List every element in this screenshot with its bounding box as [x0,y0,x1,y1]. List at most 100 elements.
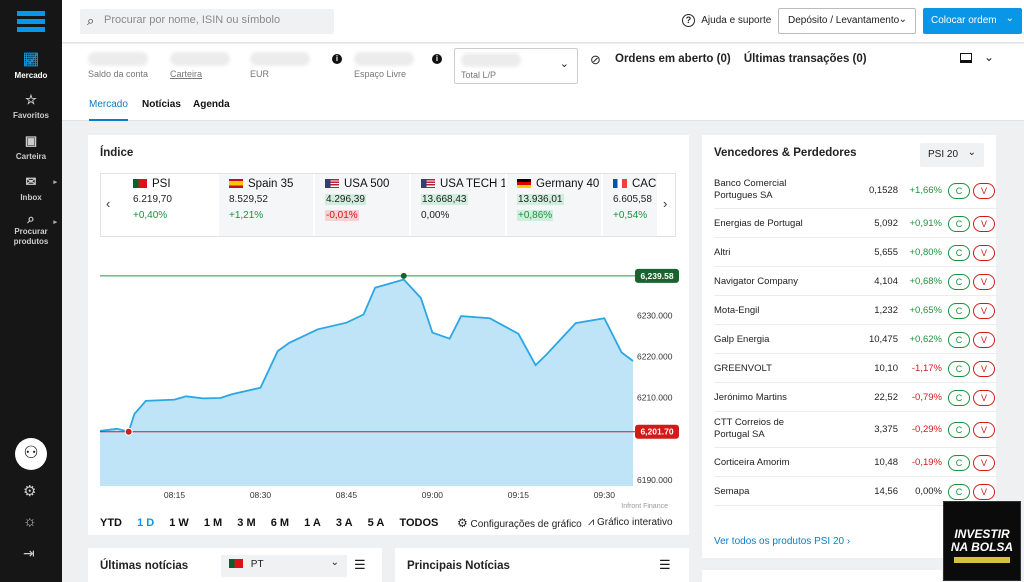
gear-icon[interactable]: ⚙ [23,482,36,500]
sell-button[interactable]: V [973,183,995,199]
sidebar-item-mercado[interactable]: 📈︎ Mercado [0,52,62,80]
sidebar-item-label: Procurar produtos [13,227,49,246]
chevron-down-icon: ⌄ [1005,13,1014,24]
layout-icon[interactable] [960,53,972,63]
buy-button[interactable]: C [948,183,970,199]
tile-name: USA 500 [344,178,390,190]
period-6m[interactable]: 6 M [271,517,289,529]
index-chart[interactable]: 6230.000 6220.000 6210.000 6190.000 08:15 08:… [88,260,689,510]
country-dropdown[interactable]: PT ⌄ [221,555,347,577]
brightness-icon[interactable]: ☼ [23,513,37,530]
period-1d[interactable]: 1 D [137,517,154,529]
index-selector-dropdown[interactable]: PSI 20 ⌄ [920,143,984,167]
total-pl-label: Total L/P [461,70,497,80]
info-icon[interactable]: i [432,54,442,64]
last-transactions-label[interactable]: Últimas transações (0) [744,53,867,65]
deposit-withdraw-dropdown[interactable]: Depósito / Levantamento ⌄ [778,8,916,34]
sell-button[interactable]: V [973,455,995,471]
sell-button[interactable]: V [973,422,995,438]
sell-button[interactable]: V [973,245,995,261]
buy-button[interactable]: C [948,455,970,471]
gl-row[interactable]: Mota-Engil 1,232 +0,65% C V [714,296,998,325]
sidebar: 📈︎ Mercado ☆ Favoritos ▣ Carteira ✉ Inbo… [0,0,62,582]
help-link[interactable]: ? Ajuda e suporte [682,14,771,27]
chevron-right-icon[interactable]: › [663,196,667,211]
portfolio-value[interactable]: Carteira [170,52,230,79]
gl-row[interactable]: Banco Comercial Portugues SA 0,1528 +1,66%… [714,173,998,209]
tile-change: +0,54% [613,210,648,221]
gl-change: 0,00% [915,486,942,497]
sidebar-item-label: Favoritos [12,111,49,120]
gl-row[interactable]: Altri 5,655 +0,80% C V [714,238,998,267]
gl-row[interactable]: Corticeira Amorim 10,48 -0,19% C V [714,448,998,477]
sidebar-item-inbox[interactable]: ✉ Inbox ▸ [0,174,62,202]
gl-row[interactable]: Jerónimo Martins 22,52 -0,79% C V [714,383,998,412]
tab-mercado[interactable]: Mercado [89,99,128,121]
sell-button[interactable]: V [973,332,995,348]
gl-row[interactable]: GREENVOLT 10,10 -1,17% C V [714,354,998,383]
logout-icon[interactable]: ⇥ [23,545,35,562]
period-ytd[interactable]: YTD [100,517,122,529]
period-1m[interactable]: 1 M [204,517,222,529]
menu-logo-icon[interactable] [17,11,45,32]
chevron-down-icon[interactable]: ⌄ [984,50,994,64]
sidebar-item-carteira[interactable]: ▣ Carteira [0,133,62,161]
sell-button[interactable]: V [973,303,995,319]
interactive-chart-link[interactable]: ⩘ Gráfico interativo [588,516,673,529]
buy-button[interactable]: C [948,332,970,348]
total-pl-dropdown[interactable]: Total L/P ⌄ [454,48,578,84]
gainers-losers-card: Vencedores & Perdedores PSI 20 ⌄ Banco C… [702,135,998,558]
buy-button[interactable]: C [948,361,970,377]
avatar[interactable]: ⚇ [15,438,47,470]
open-orders-link[interactable]: Ordens em aberto (0) Últimas transações … [615,53,867,65]
sidebar-item-favoritos[interactable]: ☆ Favoritos [0,92,62,120]
gl-row[interactable]: Galp Energia 10,475 +0,62% C V [714,325,998,354]
chart-icon: 📈︎ [22,52,40,67]
filter-icon[interactable]: ☰ [354,557,366,573]
index-tile-usa500[interactable]: USA 500 4.296,39 -0,01% [315,174,409,236]
index-tile-germany[interactable]: Germany 40 13.936,01 +0,86% [507,174,601,236]
promo-badge[interactable]: INVESTIR NA BOLSA [943,501,1021,581]
buy-button[interactable]: C [948,245,970,261]
info-icon[interactable]: i [332,54,342,64]
gl-price: 10,475 [868,334,898,345]
period-1a[interactable]: 1 A [304,517,321,529]
buy-button[interactable]: C [948,422,970,438]
gl-price: 5,092 [874,218,898,229]
buy-button[interactable]: C [948,390,970,406]
buy-button[interactable]: C [948,484,970,500]
chart-settings-link[interactable]: ⚙ Configurações de gráfico [457,516,582,530]
gl-change: +0,62% [909,334,943,345]
sell-button[interactable]: V [973,390,995,406]
sell-button[interactable]: V [973,216,995,232]
index-tile-psi[interactable]: PSI 6.219,70 +0,40% [123,174,217,236]
period-3a[interactable]: 3 A [336,517,353,529]
sell-button[interactable]: V [973,361,995,377]
tile-name: Germany 40 [536,178,600,190]
buy-button[interactable]: C [948,303,970,319]
index-tile-cac[interactable]: CAC 40 6.605,58 +0,54% [603,174,657,236]
buy-button[interactable]: C [948,274,970,290]
sell-button[interactable]: V [973,484,995,500]
index-tile-usatech[interactable]: USA TECH 100 13.668,43 0,00% [411,174,505,236]
tab-agenda[interactable]: Agenda [193,99,230,110]
search-input[interactable]: ⌕ Procurar por nome, ISIN ou símbolo [80,9,334,34]
eye-off-icon[interactable]: ⊘ [590,52,601,68]
gl-row[interactable]: Energias de Portugal 5,092 +0,91% C V [714,209,998,238]
index-tile-spain[interactable]: Spain 35 8.529,52 +1,21% [219,174,313,236]
place-order-button[interactable]: Colocar ordem ⌄ [923,8,1022,34]
filter-icon[interactable]: ☰ [659,557,671,573]
gl-row[interactable]: Navigator Company 4,104 +0,68% C V [714,267,998,296]
account-bar: Saldo da conta Carteira EUR i Espaço Liv… [62,44,1024,89]
tab-noticias[interactable]: Notícias [142,99,181,110]
period-1w[interactable]: 1 W [169,517,189,529]
view-all-psi20-link[interactable]: Ver todos os produtos PSI 20 › [714,536,850,547]
sell-button[interactable]: V [973,274,995,290]
chevron-left-icon[interactable]: ‹ [106,196,110,211]
period-todos[interactable]: TODOS [399,517,438,529]
period-5a[interactable]: 5 A [368,517,385,529]
period-3m[interactable]: 3 M [237,517,255,529]
gl-row[interactable]: CTT Correios de Portugal SA 3,375 -0,29% C V [714,412,998,448]
sidebar-item-procurar[interactable]: ⌕ Procurar produtos ▸ [0,212,62,247]
buy-button[interactable]: C [948,216,970,232]
